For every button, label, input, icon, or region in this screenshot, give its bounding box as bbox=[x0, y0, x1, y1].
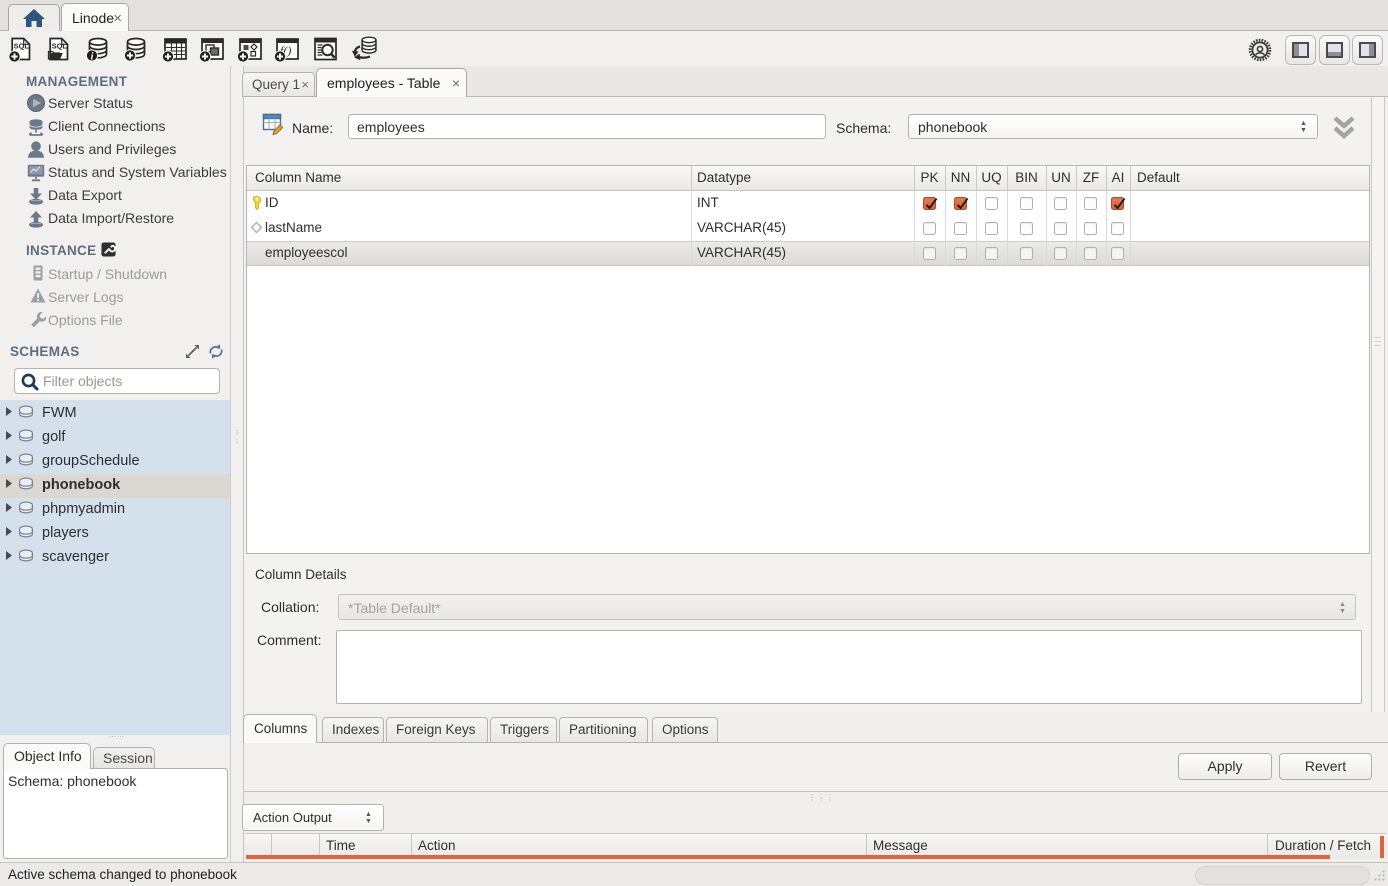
svg-text:i: i bbox=[91, 51, 94, 62]
